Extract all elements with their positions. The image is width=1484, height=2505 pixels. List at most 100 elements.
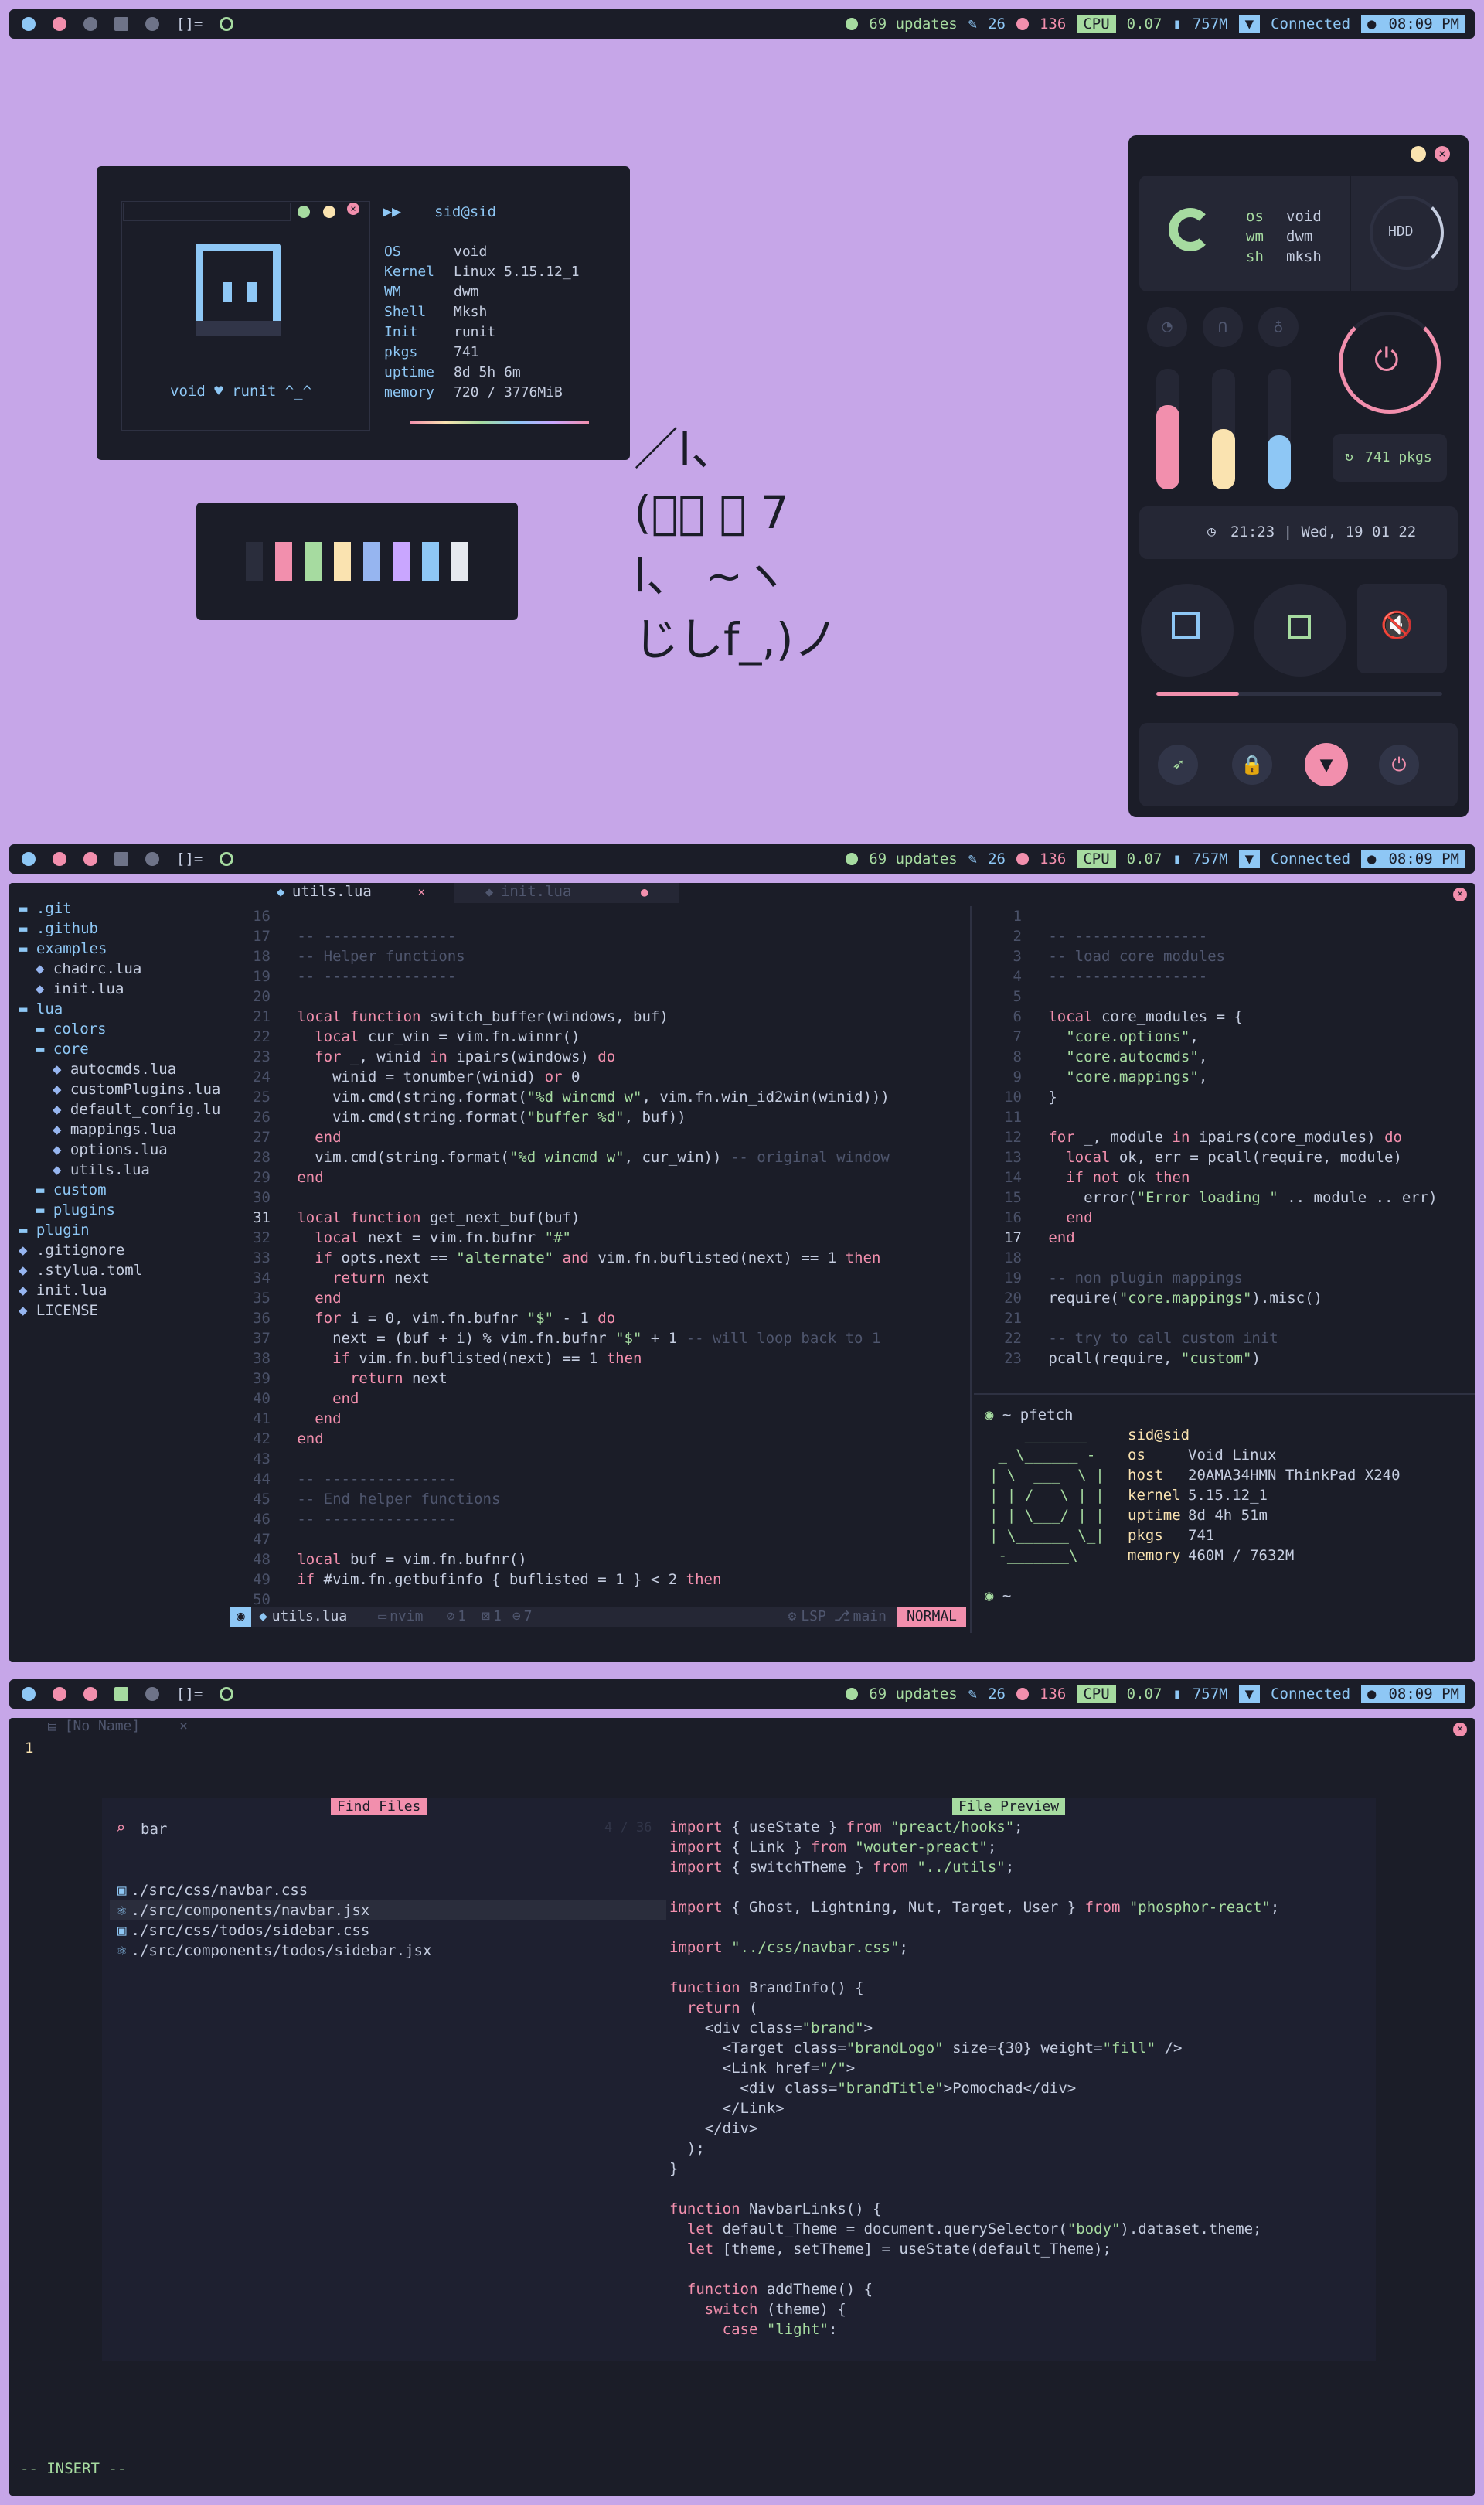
tree-item[interactable]: ▬ colors — [19, 1019, 220, 1039]
volume-value[interactable]: 136 — [1040, 850, 1066, 867]
folder-icon: ▬ — [19, 900, 28, 917]
code-line: 43 — [233, 1449, 968, 1469]
maximize-dot[interactable] — [323, 206, 335, 218]
mic-icon[interactable]: ♁ — [1258, 307, 1298, 347]
minimize-dot[interactable] — [1411, 146, 1426, 162]
line-number: 22 — [253, 1028, 271, 1045]
tree-item[interactable]: ◆ .stylua.toml — [19, 1260, 220, 1280]
tree-item-label: mappings.lua — [70, 1121, 177, 1138]
speed-icon[interactable]: ◔ — [1147, 307, 1187, 347]
clock[interactable]: 08:09 PM — [1382, 1685, 1465, 1703]
layout-indicator[interactable]: []= — [176, 15, 203, 32]
result-item[interactable]: ▣ ./src/css/navbar.css — [110, 1880, 666, 1900]
code-line: 49 if #vim.fn.getbufinfo { buflisted = 1… — [233, 1569, 968, 1590]
lock-icon[interactable]: 🔒 — [1232, 745, 1272, 785]
brightness-value[interactable]: 26 — [988, 15, 1006, 32]
tree-item[interactable]: ▬ custom — [19, 1180, 220, 1200]
headphones-icon[interactable]: ∩ — [1203, 307, 1243, 347]
tree-item[interactable]: ◆ .gitignore — [19, 1240, 220, 1260]
settings-icon[interactable] — [145, 17, 159, 31]
tree-item[interactable]: ▬ .git — [19, 898, 220, 918]
result-item[interactable]: ⚛ ./src/components/todos/sidebar.jsx — [110, 1941, 666, 1961]
void-logo-icon[interactable] — [22, 17, 36, 31]
ram-gauge-card[interactable] — [1254, 584, 1346, 677]
shield-icon[interactable] — [83, 1687, 97, 1701]
tree-item[interactable]: ▬ core — [19, 1039, 220, 1059]
void-logo-icon[interactable] — [22, 852, 36, 866]
mute-toggle[interactable]: 🔇 — [1357, 584, 1447, 673]
code-text: error("Error loading " .. module .. err) — [1048, 1189, 1438, 1206]
tree-item[interactable]: ◆ LICENSE — [19, 1300, 220, 1321]
preview-line: ); — [669, 2140, 705, 2157]
search-input[interactable] — [139, 1818, 451, 1840]
memory-value: 757M — [1192, 1685, 1228, 1702]
close-icon[interactable]: × — [1435, 146, 1450, 162]
tree-item[interactable]: ▬ .github — [19, 918, 220, 939]
file-icon: ◆ — [53, 1061, 62, 1078]
tree-item[interactable]: ▬ examples — [19, 939, 220, 959]
tree-item[interactable]: ◆ init.lua — [19, 979, 220, 999]
rocket-icon[interactable]: ➶ — [1158, 745, 1198, 785]
slider-track-2[interactable] — [1212, 369, 1235, 489]
settings-icon[interactable] — [145, 1687, 159, 1701]
result-item[interactable]: ⚛ ./src/components/navbar.jsx — [110, 1900, 666, 1920]
cpu-gauge-card[interactable] — [1141, 584, 1234, 677]
tree-item[interactable]: ▬ plugins — [19, 1200, 220, 1220]
tree-item[interactable]: ◆ autocmds.lua — [19, 1059, 220, 1079]
settings-icon[interactable] — [145, 852, 159, 866]
clock[interactable]: 08:09 PM — [1382, 850, 1465, 868]
code-text: for i = 0, vim.fn.bufnr "$" - 1 do — [315, 1310, 616, 1327]
wifi-toggle-icon[interactable]: ▼ — [1305, 743, 1348, 786]
mail-icon[interactable] — [114, 17, 128, 31]
code-text: vim.cmd(string.format("%d wincmd w", vim… — [297, 1089, 890, 1106]
power-icon[interactable]: ⏻ — [1379, 745, 1419, 785]
mail-icon[interactable] — [114, 1687, 128, 1701]
brightness-value[interactable]: 26 — [988, 1685, 1006, 1702]
line-number: 8 — [1013, 1048, 1022, 1065]
layout-indicator[interactable]: []= — [176, 1685, 203, 1702]
slider-track-3[interactable] — [1268, 369, 1291, 489]
network-status[interactable]: Connected — [1271, 850, 1350, 867]
clock[interactable]: 08:09 PM — [1382, 15, 1465, 33]
terminal-pane[interactable]: ◉ ~ pfetch _______ _ \______ - | \ ___ \… — [985, 1405, 1464, 1637]
browser-icon[interactable] — [53, 1687, 66, 1701]
updates-count[interactable]: 69 updates — [869, 850, 957, 867]
code-pane-right[interactable]: 1 2 -- --------------- 3 -- load core mod… — [985, 906, 1464, 1370]
browser-icon[interactable] — [53, 852, 66, 866]
updates-count[interactable]: 69 updates — [869, 15, 957, 32]
updates-count[interactable]: 69 updates — [869, 1685, 957, 1702]
tree-item[interactable]: ▬ plugin — [19, 1220, 220, 1240]
tree-item[interactable]: ◆ default_config.lu — [19, 1099, 220, 1120]
network-status[interactable]: Connected — [1271, 15, 1350, 32]
tree-item[interactable]: ◆ utils.lua — [19, 1160, 220, 1180]
volume-value[interactable]: 136 — [1040, 1685, 1066, 1702]
tab-no-name[interactable]: ▤ [No Name] × — [48, 1718, 188, 1736]
layout-indicator[interactable]: []= — [176, 850, 203, 867]
tab-close-icon[interactable]: × — [148, 1718, 188, 1734]
tab-init[interactable]: ◆ init.lua ● — [454, 883, 679, 903]
browser-icon[interactable] — [53, 17, 66, 31]
mail-icon[interactable] — [114, 852, 128, 866]
tree-item[interactable]: ◆ mappings.lua — [19, 1120, 220, 1140]
volume-value[interactable]: 136 — [1040, 15, 1066, 32]
brightness-value[interactable]: 26 — [988, 850, 1006, 867]
tab-utils[interactable]: ◆ utils.lua × — [230, 883, 451, 905]
tree-item[interactable]: ◆ customPlugins.lua — [19, 1079, 220, 1099]
tree-item[interactable]: ◆ chadrc.lua — [19, 959, 220, 979]
code-pane-left[interactable]: 16 17 -- --------------- 18 -- Helper fun… — [233, 906, 968, 1610]
slider-track-1[interactable] — [1156, 369, 1179, 489]
close-icon[interactable]: × — [1453, 888, 1467, 901]
result-item[interactable]: ▣ ./src/css/todos/sidebar.css — [110, 1920, 666, 1941]
close-icon[interactable]: × — [347, 203, 359, 215]
tab-close-icon[interactable]: × — [379, 884, 425, 899]
minimize-dot[interactable] — [298, 206, 310, 218]
network-status[interactable]: Connected — [1271, 1685, 1350, 1702]
close-icon[interactable]: × — [1453, 1723, 1467, 1736]
shield-icon[interactable] — [83, 852, 97, 866]
void-logo-icon[interactable] — [22, 1687, 36, 1701]
tree-item[interactable]: ◆ init.lua — [19, 1280, 220, 1300]
tree-item[interactable]: ◆ options.lua — [19, 1140, 220, 1160]
tree-item[interactable]: ▬ lua — [19, 999, 220, 1019]
shield-icon[interactable] — [83, 17, 97, 31]
line-number: 36 — [253, 1310, 271, 1327]
